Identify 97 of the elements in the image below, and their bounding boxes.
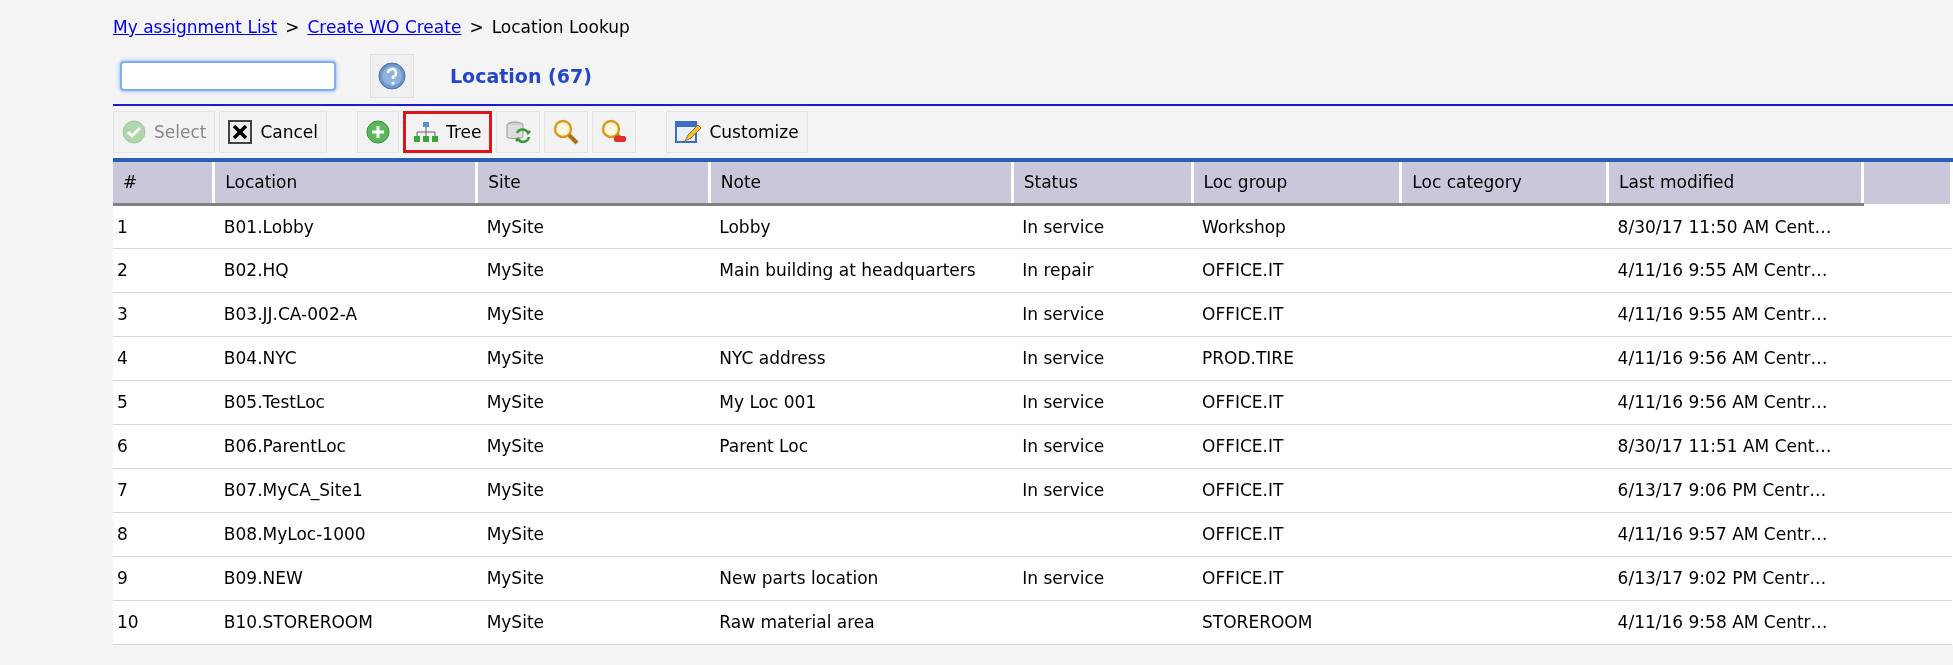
table-cell: In repair bbox=[1022, 260, 1094, 280]
table-cell: 6/13/17 9:06 PM Centr… bbox=[1617, 480, 1827, 500]
table-cell: OFFICE.IT bbox=[1202, 480, 1284, 500]
checkmark-icon bbox=[122, 120, 146, 144]
table-cell: B06.ParentLoc bbox=[223, 436, 346, 456]
column-header[interactable]: Location bbox=[213, 160, 477, 204]
table-cell: B10.STOREROOM bbox=[223, 612, 373, 632]
table-cell: My Loc 001 bbox=[719, 392, 817, 412]
table-cell: MySite bbox=[486, 260, 544, 280]
table-cell: Main building at headquarters bbox=[719, 260, 976, 280]
table-cell: Workshop bbox=[1202, 216, 1286, 237]
table-cell: MySite bbox=[486, 304, 544, 324]
customize-icon bbox=[675, 119, 702, 145]
table-cell: In service bbox=[1022, 304, 1105, 324]
table-cell: B01.Lobby bbox=[223, 216, 314, 237]
table-cell: 4/11/16 9:58 AM Centr… bbox=[1617, 612, 1828, 632]
breadcrumb-separator: > bbox=[469, 17, 484, 37]
table-cell: 9 bbox=[117, 568, 128, 588]
table-cell: 4/11/16 9:56 AM Centr… bbox=[1617, 392, 1828, 412]
table-cell: PROD.TIRE bbox=[1202, 348, 1294, 368]
table-cell: Lobby bbox=[719, 216, 771, 237]
table-cell: OFFICE.IT bbox=[1202, 568, 1284, 588]
table-cell: STOREROOM bbox=[1202, 612, 1313, 632]
table-cell: MySite bbox=[486, 568, 544, 588]
column-header[interactable]: Loc group bbox=[1192, 160, 1401, 204]
table-cell: 3 bbox=[117, 304, 128, 324]
table-cell: New parts location bbox=[719, 568, 879, 588]
table-cell: MySite bbox=[486, 348, 544, 368]
column-header[interactable]: Status bbox=[1012, 160, 1193, 204]
breadcrumb-link[interactable]: My assignment List bbox=[113, 17, 278, 37]
table-cell: Parent Loc bbox=[719, 436, 809, 456]
table-cell: 4/11/16 9:57 AM Centr… bbox=[1617, 524, 1828, 544]
table-cell: In service bbox=[1022, 568, 1105, 588]
list-title: Location (67) bbox=[450, 65, 592, 87]
table-cell: Raw material area bbox=[719, 612, 875, 632]
customize-button[interactable]: Customize bbox=[666, 111, 808, 153]
tree-button[interactable]: Tree bbox=[403, 111, 493, 153]
table-cell: MySite bbox=[486, 524, 544, 544]
table-cell: 4/11/16 9:55 AM Centr… bbox=[1617, 304, 1828, 324]
table-cell: 2 bbox=[117, 260, 128, 280]
clear-search-button[interactable] bbox=[592, 111, 637, 153]
table-cell: B08.MyLoc-1000 bbox=[223, 524, 366, 544]
table-cell: 5 bbox=[117, 392, 128, 412]
column-header[interactable]: Note bbox=[709, 160, 1013, 204]
column-header[interactable]: Loc category bbox=[1400, 160, 1608, 204]
table-cell: In service bbox=[1022, 348, 1105, 368]
search-field[interactable] bbox=[120, 61, 336, 91]
table-cell: 4/11/16 9:55 AM Centr… bbox=[1617, 260, 1828, 280]
help-button[interactable] bbox=[370, 54, 414, 98]
table-cell: 6/13/17 9:02 PM Centr… bbox=[1617, 568, 1827, 588]
table-cell: B04.NYC bbox=[223, 348, 297, 368]
tree-icon bbox=[414, 122, 439, 142]
table-cell: OFFICE.IT bbox=[1202, 260, 1284, 280]
table-cell: 8/30/17 11:51 AM Cent… bbox=[1617, 436, 1832, 456]
search-button[interactable] bbox=[544, 111, 589, 153]
table-cell: OFFICE.IT bbox=[1202, 436, 1284, 456]
table-cell: 10 bbox=[117, 612, 139, 632]
refresh-button[interactable] bbox=[496, 111, 541, 153]
table-cell: OFFICE.IT bbox=[1202, 304, 1284, 324]
table-cell: In service bbox=[1022, 436, 1105, 456]
cancel-button[interactable]: Cancel bbox=[219, 111, 328, 153]
table-cell: B05.TestLoc bbox=[223, 392, 325, 412]
table-cell: OFFICE.IT bbox=[1202, 392, 1284, 412]
table-cell: MySite bbox=[486, 216, 544, 237]
column-header[interactable]: # bbox=[113, 160, 214, 204]
table-cell: 4/11/16 9:56 AM Centr… bbox=[1617, 348, 1828, 368]
breadcrumb-separator: > bbox=[285, 17, 300, 37]
search-icon bbox=[553, 119, 580, 145]
table-cell: NYC address bbox=[719, 348, 826, 368]
table-cell: In service bbox=[1022, 392, 1105, 412]
table-cell: 8/30/17 11:50 AM Cent… bbox=[1617, 216, 1832, 237]
table-cell: In service bbox=[1022, 480, 1105, 500]
column-header[interactable]: Last modified bbox=[1607, 160, 1863, 204]
table-cell: OFFICE.IT bbox=[1202, 524, 1284, 544]
table-cell: MySite bbox=[486, 480, 544, 500]
table-cell: B07.MyCA_Site1 bbox=[223, 480, 363, 500]
breadcrumb-current: Location Lookup bbox=[491, 17, 630, 37]
table-cell: MySite bbox=[486, 436, 544, 456]
table-cell: MySite bbox=[486, 612, 544, 632]
table-cell: In service bbox=[1022, 216, 1105, 237]
table-cell: 7 bbox=[117, 480, 128, 500]
close-icon bbox=[228, 120, 253, 144]
refresh-icon bbox=[505, 119, 532, 145]
breadcrumb-link[interactable]: Create WO Create bbox=[307, 17, 462, 37]
add-icon bbox=[366, 120, 391, 144]
table-cell: 1 bbox=[117, 216, 128, 237]
table-cell: B09.NEW bbox=[223, 568, 303, 588]
table-cell: MySite bbox=[486, 392, 544, 412]
help-icon bbox=[377, 61, 407, 91]
column-header[interactable]: Site bbox=[476, 160, 710, 204]
table-cell: 8 bbox=[117, 524, 128, 544]
clear-search-icon bbox=[601, 119, 628, 145]
table-cell: 4 bbox=[117, 348, 128, 368]
add-button[interactable] bbox=[357, 111, 400, 153]
table-cell: B03.JJ.CA-002-A bbox=[223, 304, 358, 324]
table-cell: 6 bbox=[117, 436, 128, 456]
table-cell: B02.HQ bbox=[223, 260, 289, 280]
